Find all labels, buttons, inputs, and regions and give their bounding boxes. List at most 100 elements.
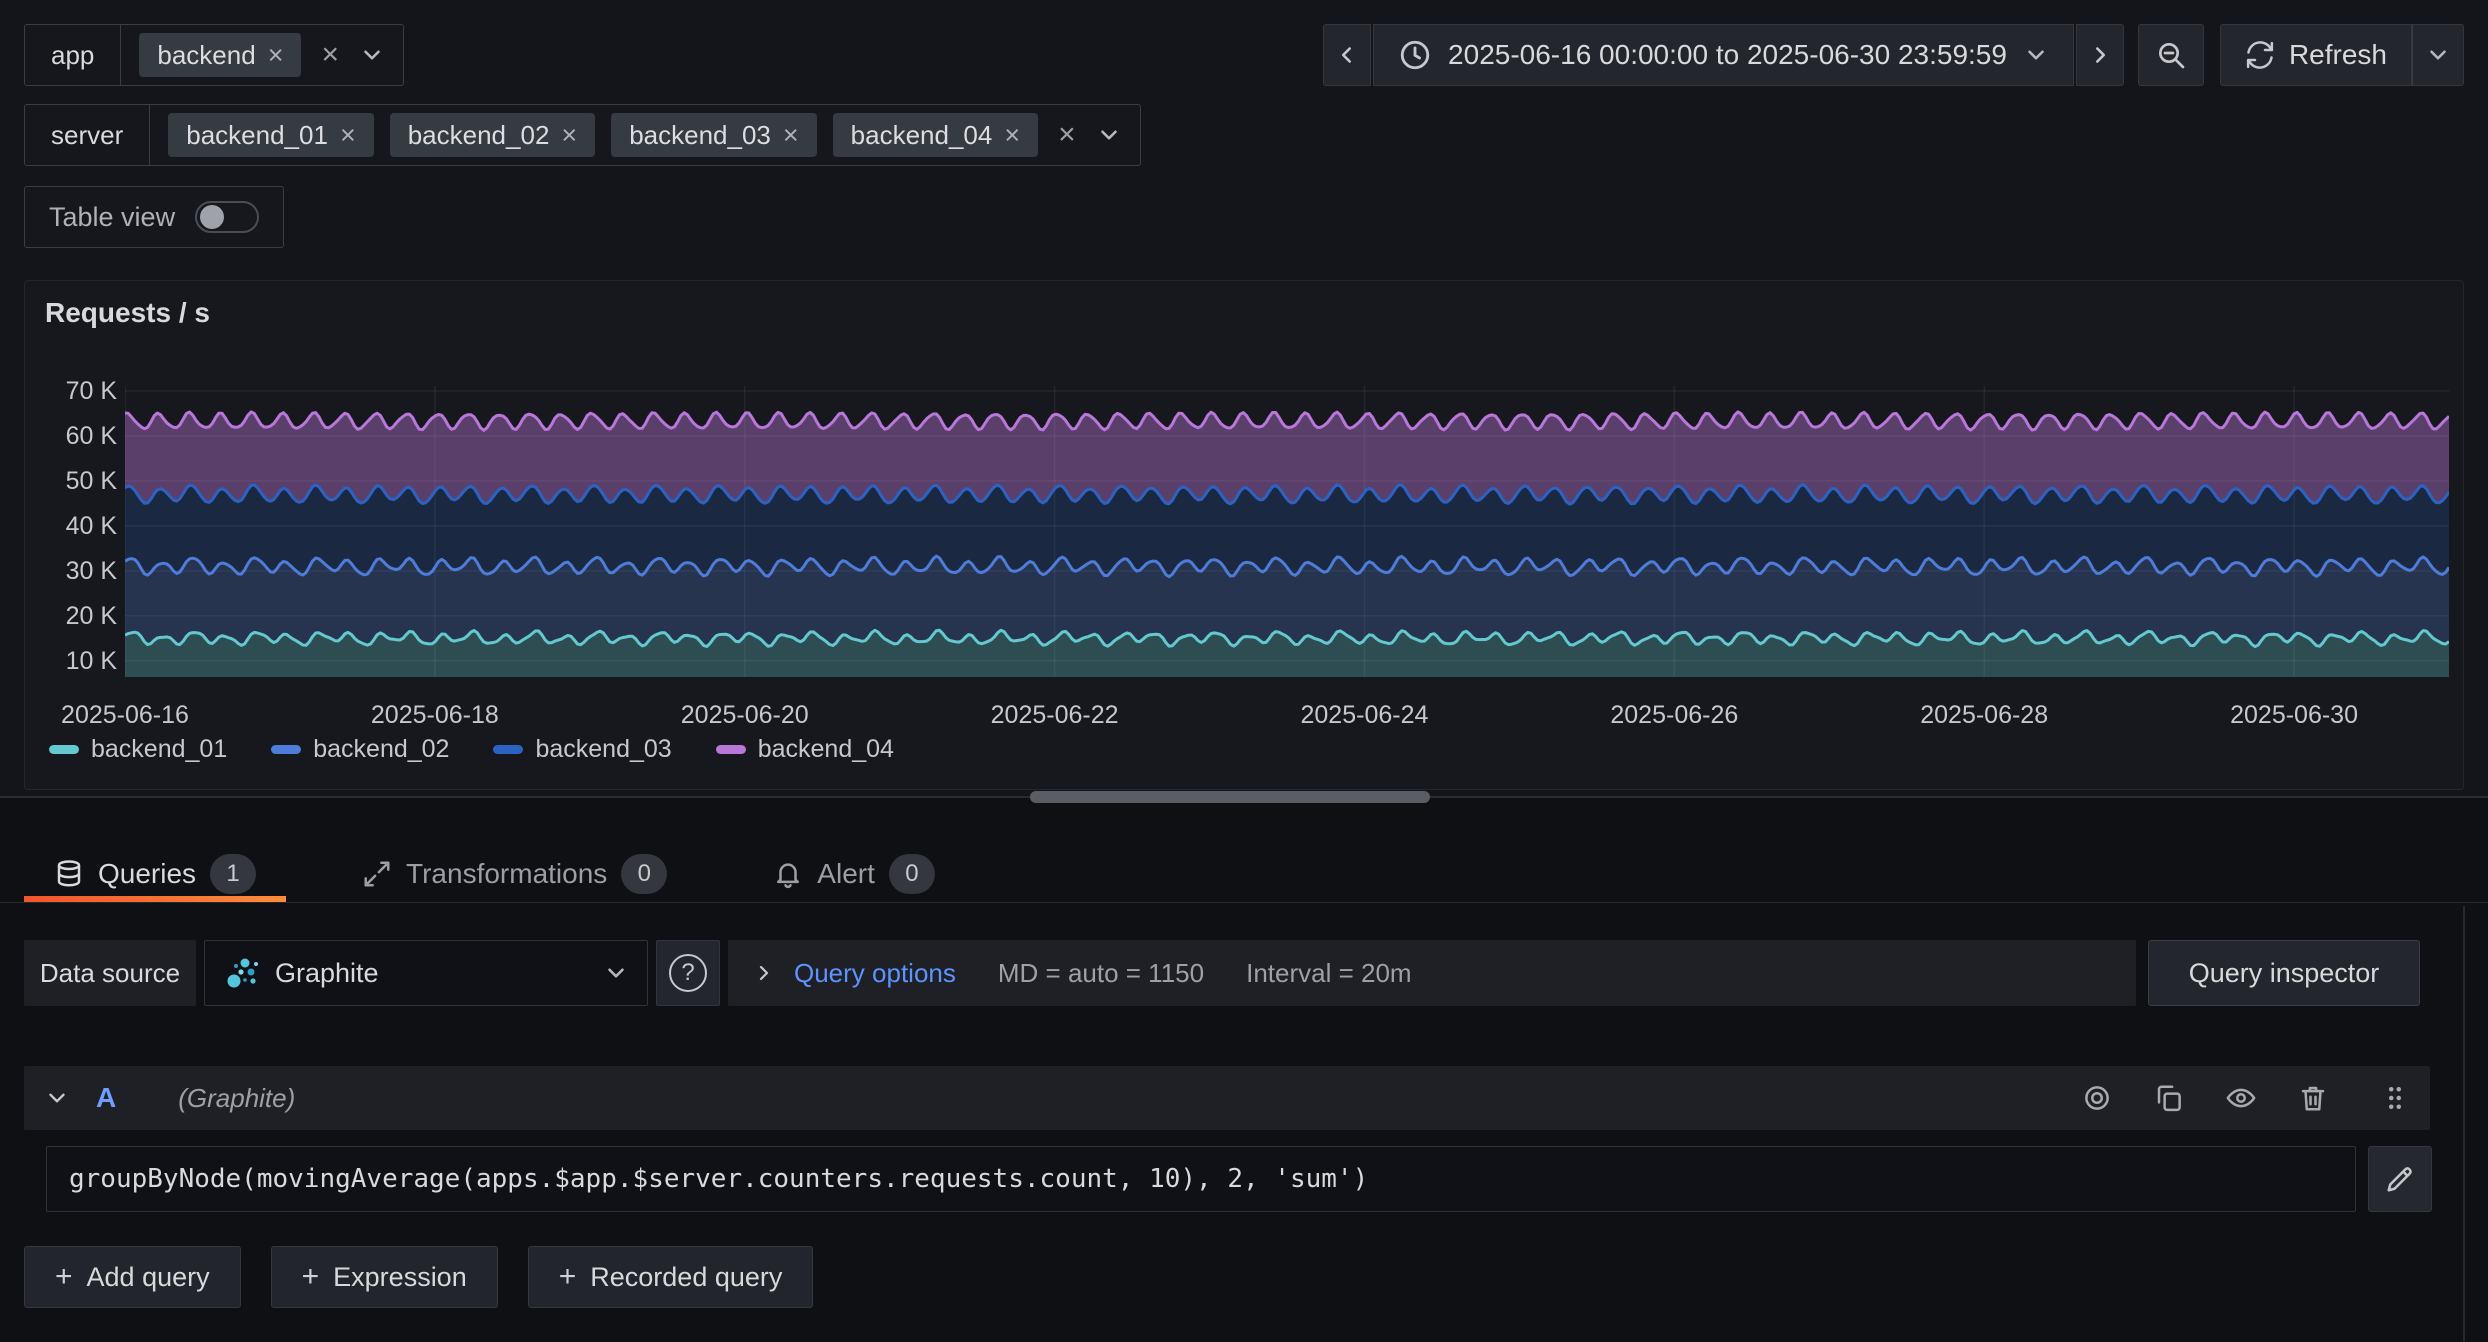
duplicate-query-icon[interactable] bbox=[2154, 1083, 2184, 1113]
server-tag-backend-03[interactable]: backend_03 × bbox=[611, 113, 816, 157]
drag-handle-icon[interactable] bbox=[2380, 1083, 2410, 1113]
magnifier-minus-icon bbox=[2155, 39, 2187, 71]
legend-item-backend_04[interactable]: backend_04 bbox=[716, 735, 894, 764]
zoom-out-time-button[interactable] bbox=[2138, 24, 2204, 86]
remove-tag-icon[interactable]: × bbox=[561, 122, 577, 149]
stacked-area-chart bbox=[125, 386, 2449, 677]
requests-panel: Requests / s 70 K60 K50 K40 K30 K20 K10 … bbox=[24, 280, 2464, 790]
add-query-button[interactable]: + Add query bbox=[24, 1246, 241, 1308]
time-range-text: 2025-06-16 00:00:00 to 2025-06-30 23:59:… bbox=[1448, 39, 2007, 71]
tag-label: backend_04 bbox=[851, 120, 993, 151]
delete-query-icon[interactable] bbox=[2298, 1083, 2328, 1113]
variable-server-label: server bbox=[25, 105, 150, 165]
toggle-knob bbox=[200, 205, 224, 229]
tag-label: backend_02 bbox=[408, 120, 550, 151]
legend-series-name: backend_02 bbox=[313, 735, 449, 764]
toggle-visibility-icon[interactable] bbox=[2226, 1083, 2256, 1113]
time-toolbar: 2025-06-16 00:00:00 to 2025-06-30 23:59:… bbox=[1323, 24, 2464, 86]
x-axis-label: 2025-06-28 bbox=[1894, 701, 2074, 730]
x-axis-label: 2025-06-24 bbox=[1274, 701, 1454, 730]
table-view-control: Table view bbox=[24, 186, 284, 248]
remove-tag-icon[interactable]: × bbox=[340, 122, 356, 149]
query-options-label: Query options bbox=[794, 958, 956, 989]
variable-filter-server: server backend_01 × backend_02 × backend… bbox=[24, 104, 1141, 166]
query-ref-id: A bbox=[96, 1082, 116, 1114]
pencil-icon bbox=[2385, 1164, 2415, 1194]
question-mark-icon: ? bbox=[669, 954, 707, 992]
panel-title[interactable]: Requests / s bbox=[45, 297, 210, 329]
clock-icon bbox=[1398, 38, 1432, 72]
query-row-actions bbox=[2082, 1083, 2410, 1113]
remove-tag-icon[interactable]: × bbox=[783, 122, 799, 149]
record-query-icon[interactable] bbox=[2082, 1083, 2112, 1113]
query-options-toggle[interactable]: Query options bbox=[752, 958, 956, 989]
legend-item-backend_02[interactable]: backend_02 bbox=[271, 735, 449, 764]
legend-item-backend_01[interactable]: backend_01 bbox=[49, 735, 227, 764]
time-series-chart[interactable] bbox=[125, 386, 2449, 677]
y-axis-label: 60 K bbox=[25, 421, 117, 451]
tab-queries[interactable]: Queries 1 bbox=[24, 846, 286, 902]
collapse-chevron-icon[interactable] bbox=[44, 1085, 70, 1111]
interval-text: Interval = 20m bbox=[1246, 958, 1411, 989]
legend-swatch bbox=[493, 745, 523, 754]
recorded-query-button[interactable]: + Recorded query bbox=[528, 1246, 814, 1308]
refresh-icon bbox=[2245, 40, 2275, 70]
datasource-picker[interactable]: Graphite bbox=[204, 940, 648, 1006]
legend-swatch bbox=[271, 745, 301, 754]
chevron-down-icon[interactable] bbox=[1096, 122, 1122, 148]
query-inspector-button[interactable]: Query inspector bbox=[2148, 940, 2420, 1006]
table-view-toggle[interactable] bbox=[195, 201, 259, 233]
y-axis-label: 50 K bbox=[25, 466, 117, 496]
app-tag-backend[interactable]: backend × bbox=[139, 33, 301, 77]
refresh-button[interactable]: Refresh bbox=[2220, 24, 2412, 86]
clear-all-icon[interactable]: × bbox=[317, 38, 343, 72]
recorded-query-label: Recorded query bbox=[590, 1262, 782, 1293]
grafana-panel-editor: app backend × × server backend_01 × back… bbox=[0, 0, 2488, 1342]
time-shift-forward-button[interactable] bbox=[2076, 24, 2124, 86]
chevron-down-icon[interactable] bbox=[359, 42, 385, 68]
database-icon bbox=[54, 859, 84, 889]
server-tag-backend-04[interactable]: backend_04 × bbox=[833, 113, 1038, 157]
plus-icon: + bbox=[559, 1260, 577, 1294]
clear-all-icon[interactable]: × bbox=[1054, 118, 1080, 152]
query-inspector-label: Query inspector bbox=[2189, 958, 2380, 989]
query-count-badge: 1 bbox=[210, 854, 256, 894]
editor-scrollbar[interactable] bbox=[2463, 906, 2465, 1342]
add-expression-button[interactable]: + Expression bbox=[271, 1246, 498, 1308]
y-axis-label: 40 K bbox=[25, 511, 117, 541]
query-row-header[interactable]: A (Graphite) bbox=[24, 1066, 2430, 1130]
tag-label: backend bbox=[157, 40, 255, 71]
transformations-icon bbox=[362, 859, 392, 889]
datasource-help-button[interactable]: ? bbox=[656, 940, 720, 1006]
pane-resize-handle[interactable] bbox=[1030, 791, 1430, 803]
tag-label: backend_03 bbox=[629, 120, 771, 151]
transformations-count-badge: 0 bbox=[621, 854, 667, 894]
time-shift-back-button[interactable] bbox=[1323, 24, 1371, 86]
tab-alert[interactable]: Alert 0 bbox=[743, 846, 965, 902]
legend-series-name: backend_04 bbox=[758, 735, 894, 764]
tabs-divider bbox=[0, 902, 2488, 903]
refresh-interval-dropdown[interactable] bbox=[2412, 24, 2464, 86]
chart-legend: backend_01 backend_02 backend_03 backend_04 bbox=[49, 735, 894, 764]
tag-label: backend_01 bbox=[186, 120, 328, 151]
x-axis-label: 2025-06-22 bbox=[965, 701, 1145, 730]
time-range-picker[interactable]: 2025-06-16 00:00:00 to 2025-06-30 23:59:… bbox=[1373, 24, 2074, 86]
refresh-button-group: Refresh bbox=[2220, 24, 2464, 86]
remove-tag-icon[interactable]: × bbox=[268, 42, 284, 69]
edit-query-text-button[interactable] bbox=[2368, 1146, 2432, 1212]
remove-tag-icon[interactable]: × bbox=[1004, 122, 1020, 149]
expression-label: Expression bbox=[333, 1262, 467, 1293]
server-tag-backend-01[interactable]: backend_01 × bbox=[168, 113, 373, 157]
query-datasource-hint: (Graphite) bbox=[178, 1083, 2056, 1114]
query-expression: groupByNode(movingAverage(apps.$app.$ser… bbox=[69, 1164, 1368, 1194]
legend-item-backend_03[interactable]: backend_03 bbox=[493, 735, 671, 764]
tab-transformations[interactable]: Transformations 0 bbox=[332, 846, 697, 902]
variable-filter-app: app backend × × bbox=[24, 24, 404, 86]
bell-icon bbox=[773, 859, 803, 889]
editor-tabs: Queries 1 Transformations 0 Alert 0 bbox=[24, 846, 965, 902]
server-tag-backend-02[interactable]: backend_02 × bbox=[390, 113, 595, 157]
datasource-label: Data source bbox=[24, 940, 196, 1006]
legend-series-name: backend_01 bbox=[91, 735, 227, 764]
y-axis-label: 20 K bbox=[25, 601, 117, 631]
graphite-query-input[interactable]: groupByNode(movingAverage(apps.$app.$ser… bbox=[46, 1146, 2356, 1212]
